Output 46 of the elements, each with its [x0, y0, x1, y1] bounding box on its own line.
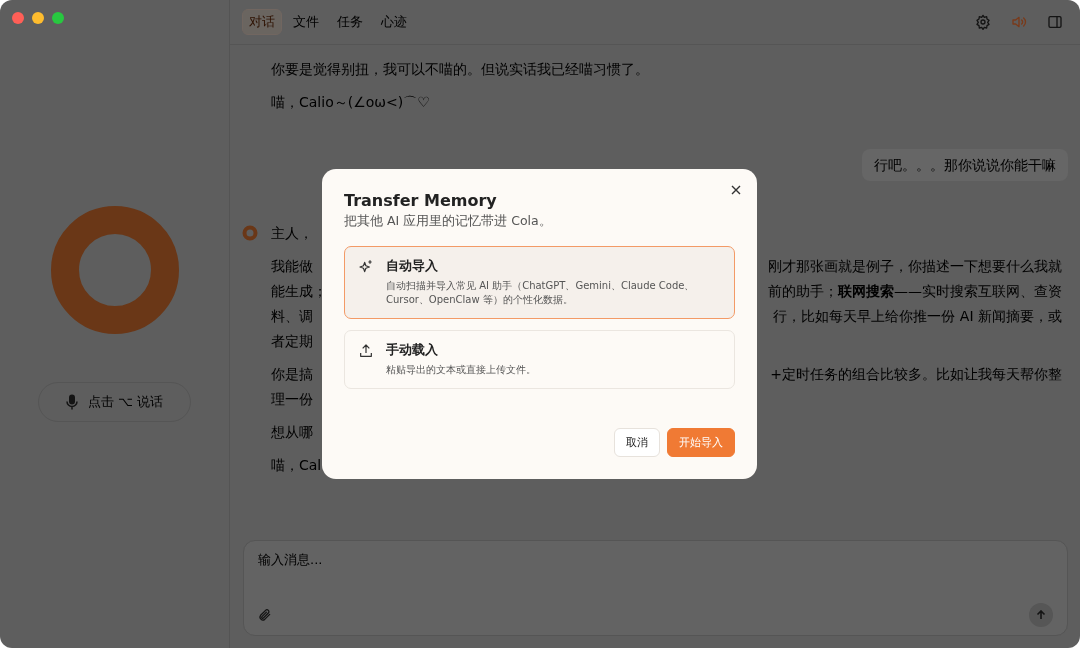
paperclip-icon[interactable]	[258, 608, 272, 622]
message-composer[interactable]: 输入消息...	[243, 540, 1068, 636]
ring-logo-icon	[49, 205, 180, 335]
option-description: 自动扫描并导入常见 AI 助手（ChatGPT、Gemini、Claude Code、Cursor、OpenClaw 等）的个性化数据。	[386, 279, 696, 307]
dialog-title: Transfer Memory	[344, 191, 498, 210]
message-text: 你要是觉得别扭，我可以不喵的。但说实话我已经喵习惯了。	[271, 60, 649, 79]
tab[interactable]: 对话	[242, 9, 282, 35]
message-text: 理一份	[271, 390, 313, 409]
sparkle-icon	[358, 259, 374, 275]
arrow-up-icon	[1036, 610, 1046, 620]
message-text: 刚才那张画就是例子，你描述一下想要什么我就	[768, 257, 1062, 276]
settings-icon[interactable]	[975, 14, 991, 30]
cancel-button[interactable]: 取消	[614, 428, 660, 457]
upload-icon	[358, 343, 374, 359]
tab[interactable]: 任务	[330, 9, 370, 35]
dialog-subtitle: 把其他 AI 应用里的记忆带进 Cola。	[344, 213, 553, 230]
message-text: 我能做	[271, 257, 313, 276]
tab[interactable]: 心迹	[374, 9, 414, 35]
option-title: 自动导入	[386, 258, 439, 275]
message-input-placeholder: 输入消息...	[258, 551, 324, 569]
tab[interactable]: 文件	[286, 9, 326, 35]
import-option-card[interactable]: 自动导入 自动扫描并导入常见 AI 助手（ChatGPT、Gemini、Claude Code、Cursor、OpenClaw 等）的个性化数据。	[344, 246, 735, 319]
message-text: +定时任务的组合比较多。比如让我每天帮你整	[770, 365, 1062, 384]
message-text: 想从哪	[271, 423, 313, 442]
message-text: 前的助手；联网搜索——实时搜索互联网、查资	[768, 282, 1062, 301]
sidebar-toggle-icon[interactable]	[1047, 14, 1063, 30]
message-text: 料、调	[271, 307, 313, 326]
send-button[interactable]	[1029, 603, 1053, 627]
message-text: 主人，	[271, 224, 313, 243]
option-description: 粘贴导出的文本或直接上传文件。	[386, 363, 536, 377]
message-text: 喵，Cal	[271, 456, 322, 475]
message-text: 喵，Calio～(∠oω<)⌒♡	[271, 93, 430, 112]
option-title: 手动载入	[386, 342, 439, 359]
user-message-bubble: 行吧。。。那你说说你能干嘛	[862, 149, 1068, 181]
close-icon[interactable]	[731, 185, 741, 195]
close-window-icon[interactable]	[12, 12, 24, 24]
message-text: 你是搞	[271, 365, 313, 384]
message-text: 能生成；	[271, 282, 327, 301]
minimize-window-icon[interactable]	[32, 12, 44, 24]
maximize-window-icon[interactable]	[52, 12, 64, 24]
voice-input-button[interactable]: 点击 ⌥ 说话	[38, 382, 191, 422]
import-option-card[interactable]: 手动载入 粘贴导出的文本或直接上传文件。	[344, 330, 735, 389]
message-text: 行，比如每天早上给你推一份 AI 新闻摘要，或	[773, 307, 1062, 326]
microphone-icon	[65, 394, 78, 410]
message-text: 者定期	[271, 332, 313, 351]
start-import-button[interactable]: 开始导入	[667, 428, 735, 457]
